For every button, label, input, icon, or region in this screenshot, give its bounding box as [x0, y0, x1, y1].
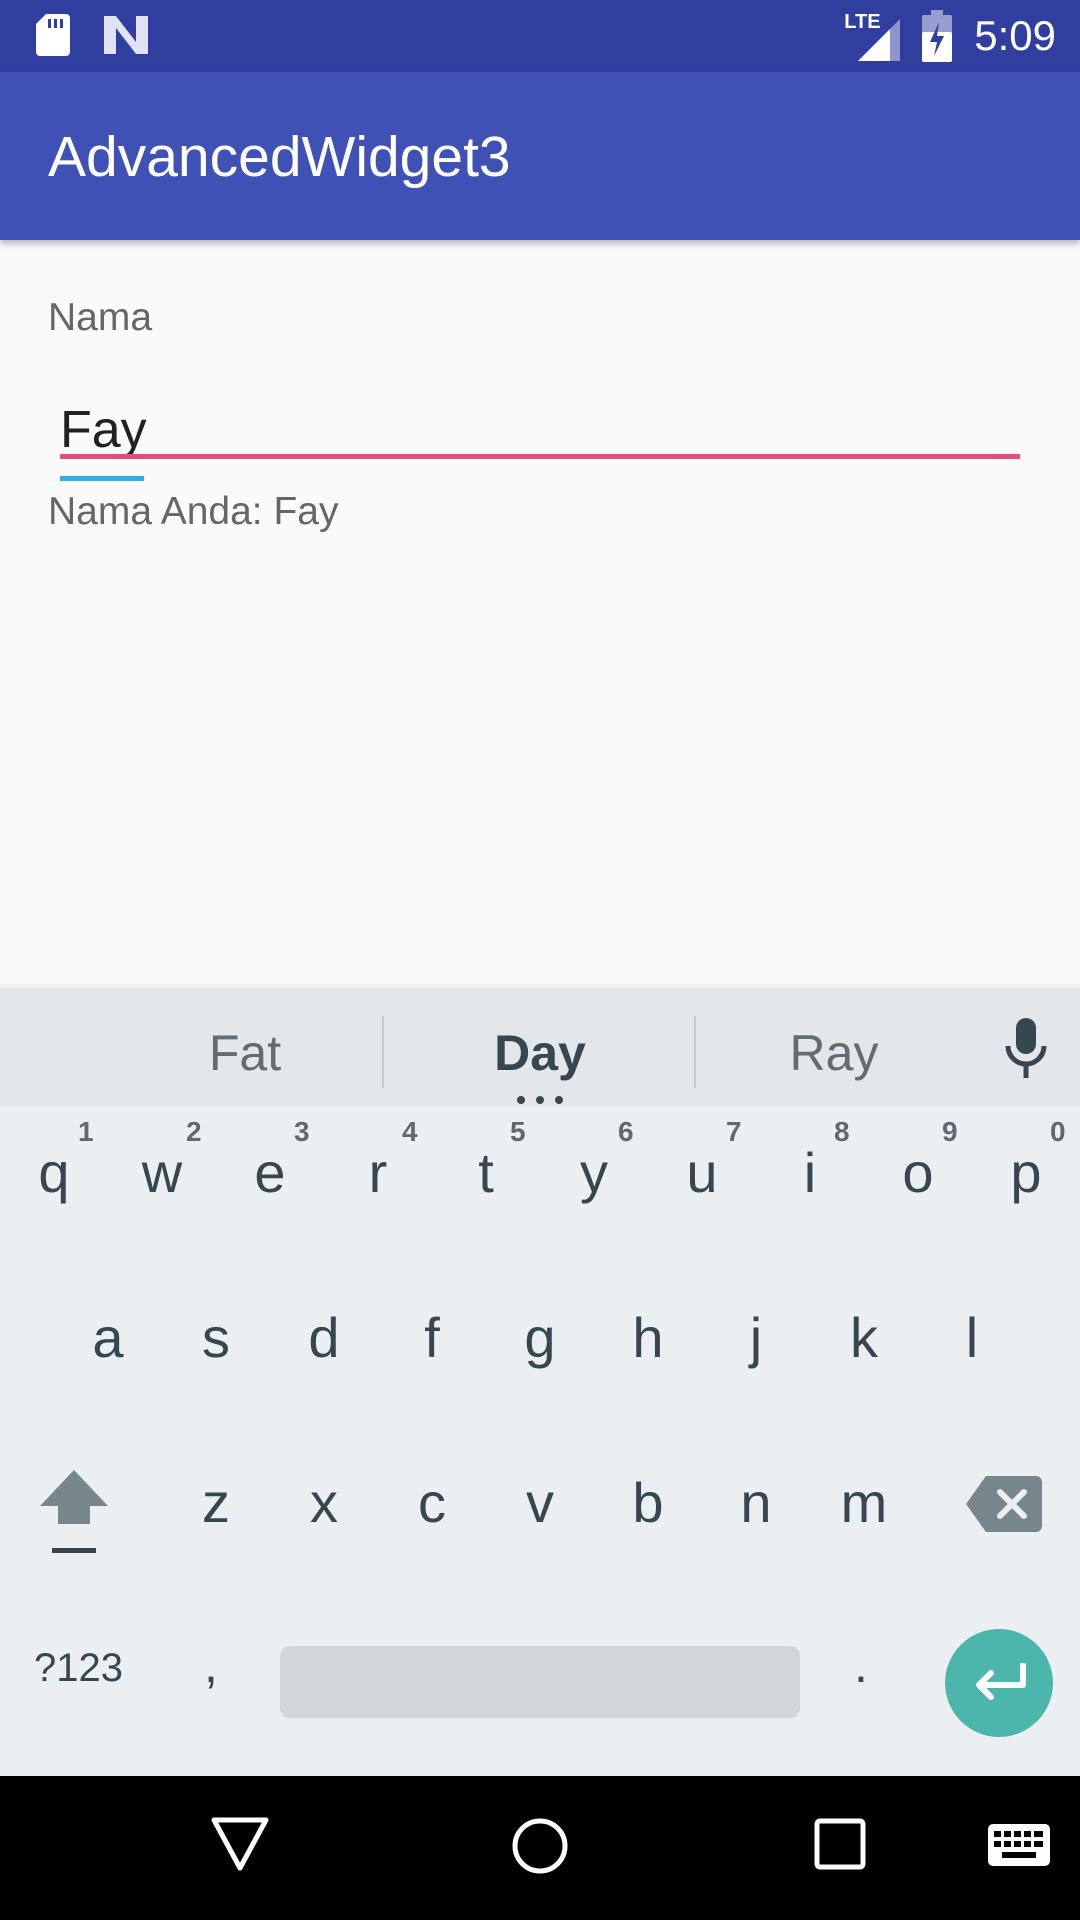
- key-hint-5: 5: [510, 1116, 526, 1147]
- key-q[interactable]: q: [14, 1140, 94, 1205]
- key-t[interactable]: t: [446, 1140, 526, 1205]
- signal-icon: LTE: [844, 11, 901, 61]
- enter-icon: [976, 1663, 1026, 1700]
- soft-keyboard: Fat Day Ray q w e r t y u i o p 1 2 3 4 …: [0, 984, 1080, 1776]
- key-hint-0: 0: [1050, 1116, 1066, 1147]
- app-bar: AdvancedWidget3: [0, 72, 1080, 240]
- backspace-icon[interactable]: [966, 1476, 1042, 1532]
- suggestion-divider: [694, 1016, 696, 1088]
- key-o[interactable]: o: [878, 1140, 958, 1205]
- suggestion-3[interactable]: Ray: [714, 1024, 954, 1082]
- key-m[interactable]: m: [824, 1470, 904, 1535]
- composing-underline: [60, 476, 144, 481]
- key-e[interactable]: e: [230, 1140, 310, 1205]
- main-content: Nama Fay Nama Anda: Fay: [0, 240, 1080, 984]
- key-a[interactable]: a: [68, 1305, 148, 1370]
- suggestion-strip: Fat Day Ray: [0, 984, 1080, 1106]
- recents-icon[interactable]: [814, 1818, 866, 1870]
- home-icon[interactable]: [510, 1816, 570, 1876]
- key-k[interactable]: k: [824, 1305, 904, 1370]
- key-hint-8: 8: [834, 1116, 850, 1147]
- suggestion-2[interactable]: Day: [420, 1024, 660, 1082]
- key-v[interactable]: v: [500, 1470, 580, 1535]
- back-icon[interactable]: [210, 1816, 270, 1872]
- suggestion-1[interactable]: Fat: [125, 1024, 365, 1082]
- key-hint-7: 7: [726, 1116, 742, 1147]
- clock: 5:09: [974, 12, 1056, 59]
- suggestion-divider: [382, 1016, 384, 1088]
- shift-icon[interactable]: [38, 1466, 110, 1556]
- key-row-1: q w e r t y u i o p 1 2 3 4 5 6 7 8 9 0: [0, 1106, 1080, 1271]
- key-w[interactable]: w: [122, 1140, 202, 1205]
- key-hint-1: 1: [78, 1116, 94, 1147]
- battery-charging-icon: [922, 10, 953, 62]
- name-label: Nama: [48, 296, 153, 339]
- period-key[interactable]: .: [854, 1636, 868, 1694]
- key-f[interactable]: f: [392, 1305, 472, 1370]
- more-suggestions-dots: [517, 1096, 563, 1104]
- key-row-2: a s d f g h j k l: [0, 1271, 1080, 1436]
- key-r[interactable]: r: [338, 1140, 418, 1205]
- name-output-text: Nama Anda: Fay: [48, 490, 339, 533]
- key-y[interactable]: y: [554, 1140, 634, 1205]
- key-p[interactable]: p: [986, 1140, 1066, 1205]
- key-row-3: z x c v b n m: [0, 1436, 1080, 1601]
- key-i[interactable]: i: [770, 1140, 850, 1205]
- key-s[interactable]: s: [176, 1305, 256, 1370]
- key-hint-2: 2: [186, 1116, 202, 1147]
- key-hint-6: 6: [618, 1116, 634, 1147]
- key-x[interactable]: x: [284, 1470, 364, 1535]
- name-input[interactable]: Fay: [60, 380, 1020, 500]
- key-h[interactable]: h: [608, 1305, 688, 1370]
- input-underline: [60, 454, 1020, 459]
- space-bar[interactable]: [280, 1646, 800, 1718]
- key-hint-9: 9: [942, 1116, 958, 1147]
- key-g[interactable]: g: [500, 1305, 580, 1370]
- sd-card-icon: [36, 14, 70, 56]
- keyboard-switch-icon[interactable]: [988, 1824, 1050, 1866]
- status-bar: LTE 5:09: [0, 0, 1080, 72]
- name-input-value: Fay: [60, 401, 147, 459]
- n-logo-icon: [104, 16, 148, 54]
- navigation-bar: [0, 1776, 1080, 1920]
- microphone-icon[interactable]: [1004, 1018, 1048, 1080]
- key-n[interactable]: n: [716, 1470, 796, 1535]
- key-d[interactable]: d: [284, 1305, 364, 1370]
- key-u[interactable]: u: [662, 1140, 742, 1205]
- key-c[interactable]: c: [392, 1470, 472, 1535]
- app-title: AdvancedWidget3: [48, 125, 511, 189]
- key-hint-4: 4: [402, 1116, 418, 1147]
- key-j[interactable]: j: [716, 1305, 796, 1370]
- key-hint-3: 3: [294, 1116, 310, 1147]
- key-b[interactable]: b: [608, 1470, 688, 1535]
- symbols-key[interactable]: ?123: [34, 1646, 123, 1691]
- enter-button[interactable]: [945, 1629, 1053, 1737]
- comma-key[interactable]: ,: [204, 1636, 218, 1694]
- key-z[interactable]: z: [176, 1470, 256, 1535]
- key-l[interactable]: l: [932, 1305, 1012, 1370]
